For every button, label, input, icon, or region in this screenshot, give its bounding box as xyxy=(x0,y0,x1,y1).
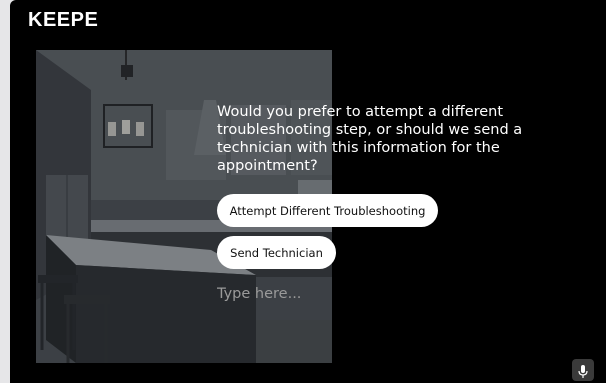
attempt-troubleshooting-button[interactable]: Attempt Different Troubleshooting xyxy=(217,194,438,227)
message-input[interactable] xyxy=(217,283,517,305)
app-window: KEEPE Would you prefer to attempt a diff… xyxy=(10,0,606,383)
brand-logo: KEEPE xyxy=(28,9,99,31)
microphone-icon xyxy=(578,365,588,378)
microphone-button[interactable] xyxy=(572,359,594,381)
assistant-question: Would you prefer to attempt a different … xyxy=(217,104,523,174)
send-technician-button[interactable]: Send Technician xyxy=(217,236,336,269)
